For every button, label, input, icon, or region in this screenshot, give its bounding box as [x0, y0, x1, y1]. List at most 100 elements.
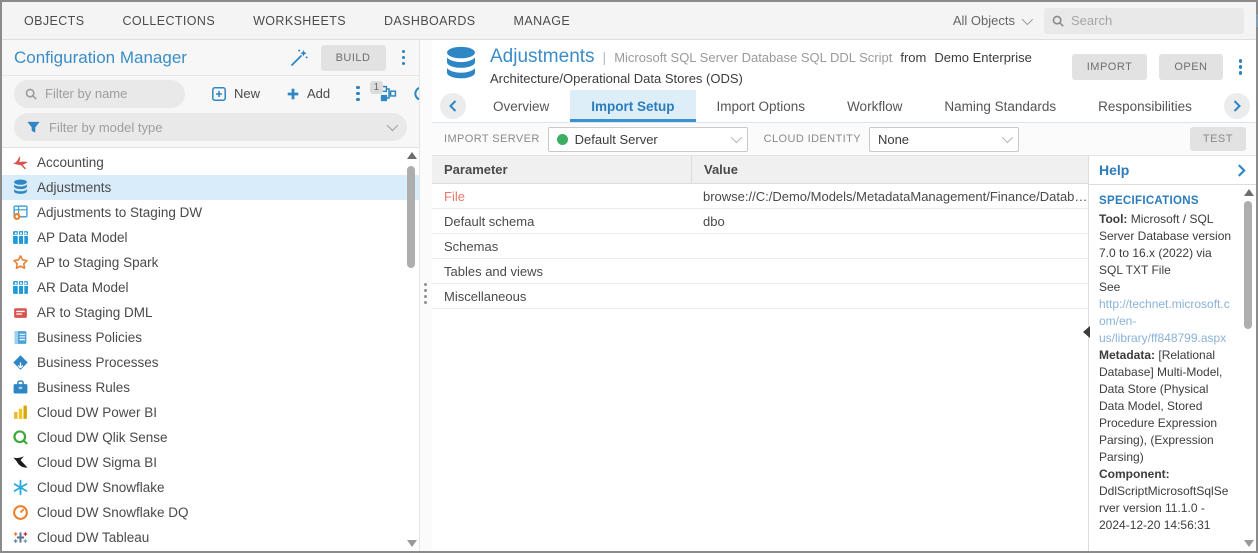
list-item[interactable]: Cloud DW Power BI	[2, 400, 419, 425]
list-item[interactable]: AR Data Model	[2, 275, 419, 300]
list-item[interactable]: AR to Staging DML	[2, 300, 419, 325]
import-button[interactable]: IMPORT	[1072, 54, 1148, 80]
gauge-icon	[12, 504, 29, 521]
component-label: Component:	[1099, 467, 1170, 481]
import-server-select[interactable]: Default Server	[548, 127, 748, 152]
scroll-up-arrow[interactable]	[407, 152, 417, 159]
new-button-label: New	[234, 86, 260, 101]
nav-item-dashboards[interactable]: DASHBOARDS	[384, 14, 476, 28]
build-button[interactable]: BUILD	[321, 45, 386, 71]
qlik-icon	[12, 429, 29, 446]
add-button[interactable]: Add	[286, 86, 330, 101]
list-item[interactable]: Cloud DW Snowflake DQ	[2, 500, 419, 525]
nav-item-collections[interactable]: COLLECTIONS	[122, 14, 215, 28]
plus-icon	[286, 87, 300, 101]
tab-bar: OverviewImport SetupImport OptionsWorkfl…	[432, 90, 1256, 123]
list-item[interactable]: Business Rules	[2, 375, 419, 400]
scroll-down-arrow[interactable]	[1244, 540, 1254, 547]
parameter-cell: File	[432, 189, 691, 204]
server-status-icon	[557, 134, 568, 145]
list-item[interactable]: Cloud DW Snowflake	[2, 475, 419, 500]
list-item[interactable]: Cloud DW Qlik Sense	[2, 425, 419, 450]
nav-item-objects[interactable]: OBJECTS	[24, 14, 84, 28]
tab-import-options[interactable]: Import Options	[696, 90, 827, 122]
table-row[interactable]: Schemas	[432, 234, 1088, 259]
powerbi-icon	[12, 404, 29, 421]
list-item[interactable]: Adjustments	[2, 175, 419, 200]
list-item-label: Business Rules	[37, 380, 130, 395]
scroll-thumb[interactable]	[1244, 201, 1252, 329]
tab-workflow[interactable]: Workflow	[826, 90, 923, 122]
chevron-down-icon	[387, 120, 398, 131]
more-actions-kebab-icon	[352, 84, 364, 104]
tab-naming-standards[interactable]: Naming Standards	[923, 90, 1077, 122]
metadata-label: Metadata:	[1099, 348, 1155, 362]
list-item-label: AR Data Model	[37, 280, 129, 295]
import-server-row: IMPORT SERVER Default Server CLOUD IDENT…	[432, 123, 1256, 156]
scroll-down-arrow[interactable]	[407, 540, 417, 547]
tabs-scroll-right-button[interactable]	[1224, 93, 1250, 119]
briefcase-icon	[12, 379, 29, 396]
filter-by-name-field[interactable]	[14, 80, 185, 108]
help-collapse-chevron-icon[interactable]	[1237, 164, 1246, 177]
table-row[interactable]: Miscellaneous	[432, 284, 1088, 309]
nav-item-worksheets[interactable]: WORKSHEETS	[253, 14, 346, 28]
more-actions-button[interactable]: 1	[352, 84, 380, 104]
tab-overview[interactable]: Overview	[472, 90, 570, 122]
new-button[interactable]: New	[211, 86, 260, 102]
object-scope-selector[interactable]: All Objects	[953, 13, 1030, 28]
help-scrollbar[interactable]	[1242, 187, 1254, 549]
sidebar-more-menu-icon[interactable]	[398, 48, 410, 68]
table-row[interactable]: Filebrowse://C:/Demo/Models/MetadataMana…	[432, 184, 1088, 209]
object-more-menu-icon[interactable]	[1235, 57, 1247, 77]
scroll-up-arrow[interactable]	[1244, 189, 1254, 196]
test-button[interactable]: TEST	[1190, 127, 1246, 151]
tabs-scroll-left-button[interactable]	[440, 93, 466, 119]
resize-handle-dots[interactable]	[424, 283, 427, 304]
list-item[interactable]: Cloud DW Tableau	[2, 525, 419, 550]
list-item[interactable]: AP to Staging Spark	[2, 250, 419, 275]
filter-by-model-type-dropdown[interactable]: Filter by model type	[14, 113, 407, 141]
search-icon	[1051, 14, 1065, 28]
see-label: See	[1099, 280, 1120, 294]
see-paragraph: See http://technet.microsoft.com/en-us/li…	[1099, 279, 1232, 347]
search-input[interactable]	[1071, 13, 1247, 28]
list-item[interactable]: Business Processes	[2, 350, 419, 375]
source-system-name: Demo Enterprise	[934, 50, 1032, 65]
list-item[interactable]: Adjustments to Staging DW	[2, 200, 419, 225]
object-title: Adjustments	[490, 46, 595, 68]
open-button[interactable]: OPEN	[1159, 54, 1222, 80]
dml-file-icon	[12, 304, 29, 321]
tab-vers[interactable]: Vers	[1213, 90, 1220, 122]
import-server-value: Default Server	[575, 132, 724, 147]
topnav-right: All Objects	[953, 8, 1256, 34]
wand-icon[interactable]	[289, 48, 309, 68]
panel-resize-gutter[interactable]	[419, 40, 432, 551]
advanced-search-icon[interactable]	[1253, 14, 1258, 27]
tab-responsibilities[interactable]: Responsibilities	[1077, 90, 1213, 122]
table-row[interactable]: Default schemadbo	[432, 209, 1088, 234]
tab-import-setup[interactable]: Import Setup	[570, 90, 695, 122]
list-item[interactable]: Accounting	[2, 150, 419, 175]
value-cell: browse://C:/Demo/Models/MetadataManageme…	[691, 189, 1088, 204]
list-item-label: Business Policies	[37, 330, 142, 345]
body-row: Configuration Manager BUILD	[2, 40, 1256, 551]
nav-item-manage[interactable]: MANAGE	[514, 14, 571, 28]
global-search[interactable]	[1044, 8, 1244, 34]
list-item[interactable]: Business Policies	[2, 325, 419, 350]
filter-by-name-input[interactable]	[45, 86, 175, 101]
cloud-identity-select[interactable]: None	[869, 127, 1019, 152]
table-gear-icon	[12, 204, 29, 221]
technet-link[interactable]: http://technet.microsoft.com/en-us/libra…	[1099, 297, 1230, 345]
object-header: Adjustments | Microsoft SQL Server Datab…	[432, 40, 1256, 90]
funnel-icon	[26, 120, 41, 135]
list-item[interactable]: AP Data Model	[2, 225, 419, 250]
sidebar-scrollbar[interactable]	[405, 150, 417, 549]
scroll-thumb[interactable]	[407, 166, 415, 268]
table-row[interactable]: Tables and views	[432, 259, 1088, 284]
main-panel: Adjustments | Microsoft SQL Server Datab…	[432, 40, 1256, 551]
database-icon	[12, 179, 29, 196]
list-item[interactable]: Cloud DW Sigma BI	[2, 450, 419, 475]
scope-selector-label: All Objects	[953, 13, 1015, 28]
object-path: Architecture/Operational Data Stores (OD…	[490, 71, 1032, 86]
